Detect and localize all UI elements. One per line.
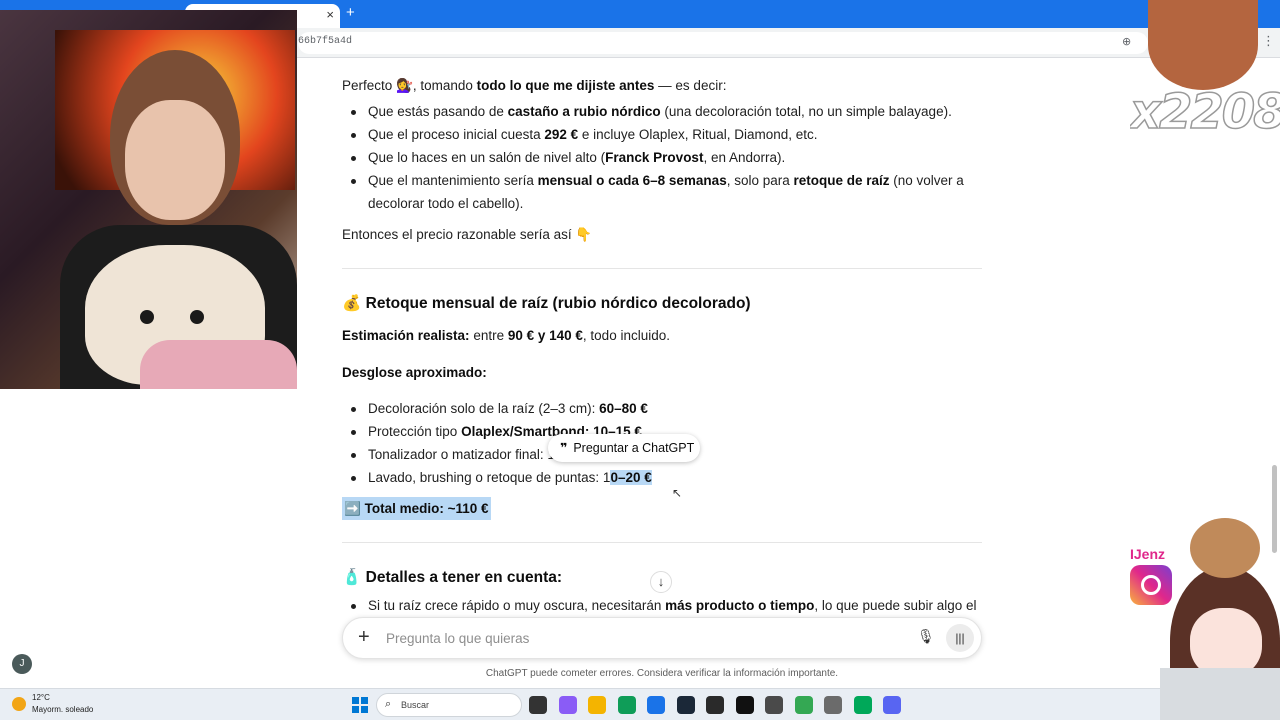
- context-list: Que estás pasando de castaño a rubio nór…: [342, 100, 982, 215]
- intro-paragraph: Perfecto 💇‍♀️, tomando todo lo que me di…: [342, 78, 727, 93]
- total-line: ➡️ Total medio: ~110 €: [342, 497, 491, 520]
- lotion-icon: 🧴: [342, 569, 362, 586]
- taskbar-app-icon[interactable]: [529, 696, 547, 714]
- list-item: Si tu raíz crece rápido o muy oscura, ne…: [342, 594, 982, 617]
- url-field[interactable]: 66b7f5a4d: [298, 32, 1148, 54]
- list-item: Que el proceso inicial cuesta 292 € e in…: [342, 123, 982, 146]
- sun-icon: [12, 697, 26, 711]
- taskbar-app-icon[interactable]: [588, 696, 606, 714]
- money-bag-icon: 💰: [342, 295, 362, 312]
- windows-taskbar: 12°C Mayorm. soleado ⌕ Buscar: [0, 688, 1280, 720]
- weather-condition: Mayorm. soleado: [32, 705, 94, 714]
- list-item: Lavado, brushing o retoque de puntas: 10…: [342, 466, 982, 489]
- disclaimer-text: ChatGPT puede cometer errores. Considera…: [485, 668, 839, 679]
- windows-start-icon[interactable]: [352, 697, 368, 713]
- breakdown-heading: Desglose aproximado:: [342, 365, 487, 380]
- new-tab-button[interactable]: +: [346, 4, 355, 21]
- taskbar-app-icon[interactable]: [558, 696, 577, 714]
- taskbar-app-icon[interactable]: [706, 696, 724, 714]
- attach-plus-button[interactable]: +: [358, 626, 370, 649]
- search-icon: ⌕: [385, 698, 392, 710]
- list-item: Que el mantenimiento sería mensual o cad…: [342, 169, 982, 215]
- taskbar-app-icon[interactable]: [676, 696, 695, 714]
- taskbar-app-icon[interactable]: [824, 696, 842, 714]
- divider: [342, 542, 982, 543]
- list-item: Decoloración solo de la raíz (2–3 cm): 6…: [342, 397, 982, 420]
- taskbar-search[interactable]: ⌕ Buscar: [376, 693, 522, 717]
- taskbar-app-icon[interactable]: [765, 696, 783, 714]
- webcam-overlay: [0, 10, 297, 389]
- arrow-right-icon: ➡️: [344, 501, 361, 516]
- meme-text: x2208: [1130, 83, 1280, 141]
- mouse-cursor-icon: ↖: [672, 486, 683, 500]
- section-heading-detalles: 🧴 Detalles a tener en cuenta:: [342, 569, 563, 586]
- divider: [342, 268, 982, 269]
- taskbar-app-icon[interactable]: [853, 696, 872, 714]
- quote-icon: ❞: [560, 441, 568, 455]
- microphone-icon[interactable]: 🎙: [917, 628, 935, 645]
- vtuber-avatar-overlay: [1160, 518, 1280, 720]
- ask-chatgpt-button[interactable]: ❞ Preguntar a ChatGPT: [548, 434, 700, 462]
- taskbar-app-icon[interactable]: [735, 696, 754, 714]
- selected-text: 0–20 €: [610, 470, 652, 485]
- conclusion-text: Entonces el precio razonable sería así 👇: [342, 227, 593, 242]
- url-text: 66b7f5a4d: [298, 36, 353, 47]
- taskbar-app-icon[interactable]: [617, 696, 636, 714]
- tab-close-icon[interactable]: ×: [326, 7, 334, 22]
- composer: + 🎙 |||: [342, 617, 982, 659]
- details-list: Si tu raíz crece rápido o muy oscura, ne…: [342, 594, 982, 617]
- search-label: Buscar: [401, 700, 430, 710]
- hair-emoji-icon: 💇‍♀️: [396, 78, 413, 93]
- user-avatar[interactable]: J: [12, 654, 32, 674]
- taskbar-app-icon[interactable]: [883, 696, 901, 714]
- weather-widget[interactable]: 12°C Mayorm. soleado: [12, 693, 132, 717]
- estimate-text: Estimación realista: entre 90 € y 140 €,…: [342, 328, 670, 343]
- scroll-down-button[interactable]: ↓: [650, 571, 672, 593]
- voice-mode-button[interactable]: |||: [946, 624, 974, 652]
- prompt-input[interactable]: [386, 627, 886, 649]
- list-item: Que lo haces en un salón de nivel alto (…: [342, 146, 982, 169]
- list-item: Que estás pasando de castaño a rubio nór…: [342, 100, 982, 123]
- taskbar-app-icon[interactable]: [647, 696, 665, 714]
- section-heading-retoque: 💰 Retoque mensual de raíz (rubio nórdico…: [342, 295, 751, 312]
- meme-overlay: x2208: [1130, 0, 1280, 150]
- taskbar-app-icon[interactable]: [794, 696, 813, 714]
- weather-temp: 12°C: [32, 693, 50, 702]
